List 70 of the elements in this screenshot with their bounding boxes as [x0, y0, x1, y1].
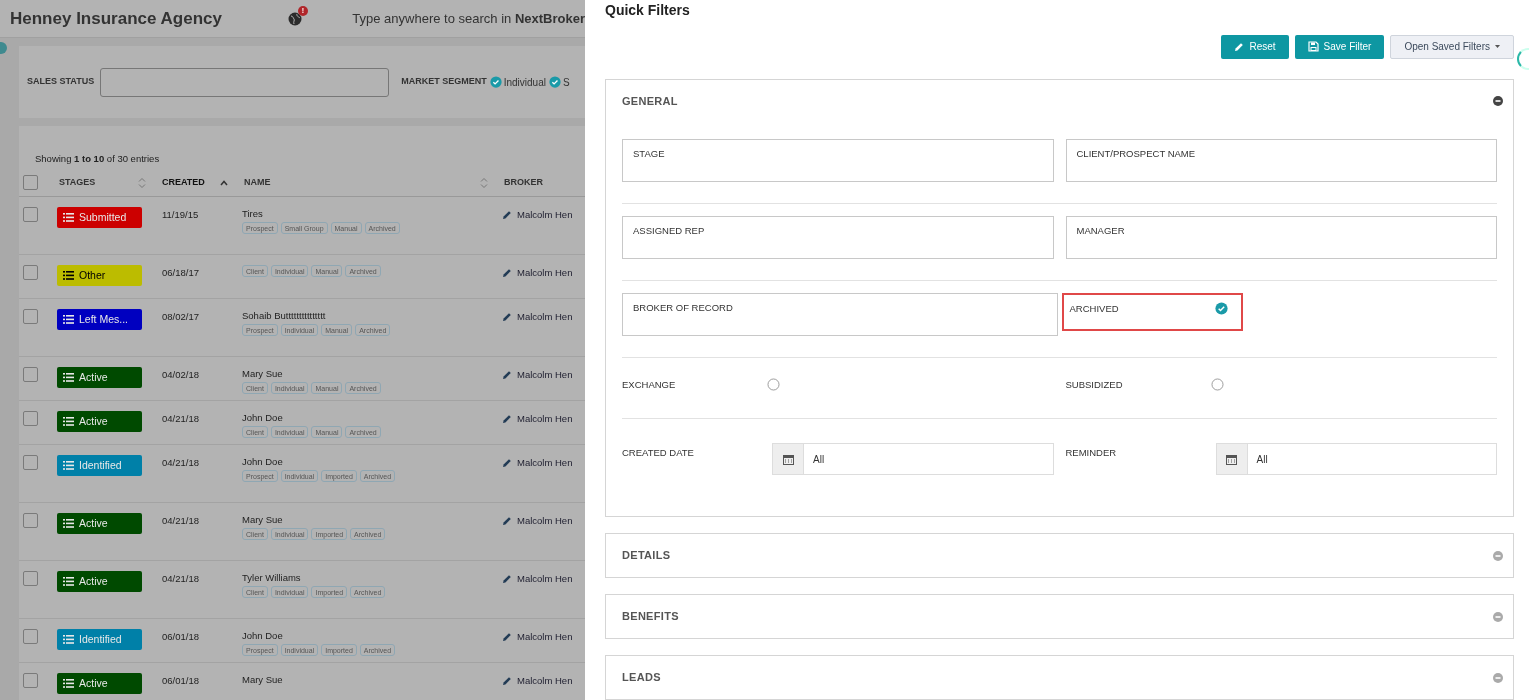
client-name[interactable]: Mary Sue [242, 673, 502, 688]
filter-field[interactable]: ASSIGNED REP [622, 215, 1054, 259]
broker-name: Malcolm Hen [517, 310, 573, 324]
created-date: 04/21/18 [161, 572, 200, 586]
filter-label: REMINDER [1065, 446, 1118, 460]
broker-name: Malcolm Hen [517, 514, 573, 528]
stage-badge[interactable]: Active [57, 367, 142, 388]
created-date: 06/18/17 [161, 266, 200, 280]
client-name[interactable]: John Doe [242, 411, 502, 426]
stage-badge[interactable]: Left Mes... [57, 309, 142, 330]
broker-name: Malcolm Hen [517, 572, 573, 586]
column-header[interactable]: CREATED [160, 175, 242, 190]
segment-label[interactable]: S [562, 74, 570, 90]
segment-label[interactable]: Individual [503, 74, 546, 90]
sales-status-label: SALES STATUS [27, 75, 95, 89]
section-title[interactable]: GENERAL [622, 93, 678, 110]
stage-badge[interactable]: Active [57, 673, 142, 694]
client-name[interactable]: Mary Sue [242, 367, 502, 382]
created-date: 04/21/18 [161, 514, 200, 528]
action-button[interactable]: Reset [1221, 34, 1289, 59]
stage-badge[interactable]: Identified [57, 455, 142, 476]
column-header[interactable]: BROKER [502, 175, 582, 190]
stage-badge[interactable]: Submitted [57, 207, 142, 228]
section-title[interactable]: LEADS [622, 669, 661, 686]
stage-badge[interactable]: Active [57, 411, 142, 432]
client-name[interactable]: John Doe [242, 455, 502, 470]
section-title[interactable]: DETAILS [622, 547, 671, 564]
stage-badge[interactable]: Active [57, 571, 142, 592]
broker-name: Malcolm Hen [517, 630, 573, 644]
filter-field[interactable]: BROKER OF RECORD [622, 292, 1058, 336]
created-date: 04/21/18 [161, 456, 200, 470]
stage-badge[interactable]: Other [57, 265, 142, 286]
broker-name: Malcolm Hen [517, 368, 573, 382]
agency-title: Henney Insurance Agency [10, 7, 222, 30]
search-field[interactable]: Type anywhere to search in NextBroker [352, 8, 585, 29]
created-date: 04/21/18 [161, 412, 200, 426]
column-header[interactable]: STAGES [57, 175, 160, 190]
broker-name: Malcolm Hen [517, 674, 573, 688]
created-date: 08/02/17 [161, 310, 200, 324]
broker-name: Malcolm Hen [517, 266, 573, 280]
filter-label: EXCHANGE [622, 377, 677, 392]
market-segment-label: MARKET SEGMENT [401, 75, 487, 89]
date-range-field[interactable]: All [772, 443, 1054, 475]
client-name[interactable]: Tires [242, 207, 502, 222]
filter-label: SUBSIDIZED [1065, 377, 1124, 392]
client-name[interactable]: Tyler Williams [242, 571, 502, 586]
action-button[interactable]: Save Filter [1294, 34, 1385, 59]
stage-badge[interactable]: Active [57, 513, 142, 534]
filter-field[interactable]: CLIENT/PROSPECT NAME [1065, 138, 1497, 182]
section-title[interactable]: BENEFITS [622, 608, 679, 625]
broker-name: Malcolm Hen [517, 208, 573, 222]
created-date: 04/02/18 [161, 368, 200, 382]
column-header[interactable]: NAME [242, 175, 502, 190]
date-range-field[interactable]: All [1215, 443, 1497, 475]
broker-name: Malcolm Hen [517, 412, 573, 426]
filter-field[interactable]: STAGE [622, 138, 1054, 182]
client-name[interactable]: John Doe [242, 629, 502, 644]
created-date: 06/01/18 [161, 630, 200, 644]
filter-label: CREATED DATE [622, 446, 695, 460]
open-saved-filters-dropdown[interactable]: Open Saved Filters [1390, 34, 1514, 59]
stage-badge[interactable]: Identified [57, 629, 142, 650]
created-date: 06/01/18 [161, 674, 200, 688]
filter-label: ARCHIVED [1069, 301, 1120, 316]
created-date: 11/19/15 [161, 208, 200, 222]
filter-field[interactable]: MANAGER [1065, 215, 1497, 259]
client-name[interactable]: Sohaib Buttttttttttttttt [242, 309, 502, 324]
entries-info: Showing 1 to 10 of 30 entries [35, 151, 160, 166]
client-name[interactable]: Mary Sue [242, 513, 502, 528]
panel-title: Quick Filters [605, 1, 691, 20]
broker-name: Malcolm Hen [517, 456, 573, 470]
